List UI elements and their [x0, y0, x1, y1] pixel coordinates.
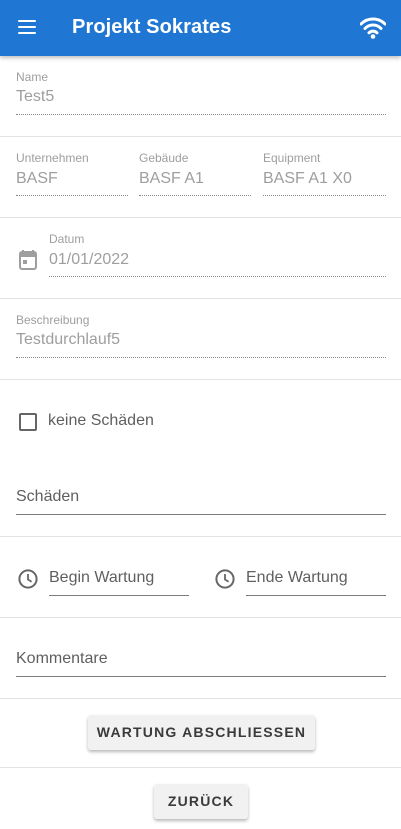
gebaeude-underline: [139, 195, 251, 196]
calendar-icon: [19, 250, 37, 270]
schaeden-input[interactable]: Schäden: [16, 488, 79, 506]
app-bar: Projekt Sokrates: [0, 0, 401, 56]
wifi-icon[interactable]: [360, 16, 386, 40]
clock-icon: [18, 569, 38, 589]
datum-underline: [49, 276, 386, 277]
name-underline: [16, 114, 386, 115]
beschreibung-label: Beschreibung: [16, 313, 90, 327]
equipment-value[interactable]: BASF A1 X0: [263, 170, 352, 188]
ende-wartung-underline: [246, 595, 386, 596]
no-damage-checkbox[interactable]: [19, 413, 37, 431]
finish-maintenance-button[interactable]: WARTUNG ABSCHLIESSEN: [88, 715, 315, 750]
beschreibung-value[interactable]: Testdurchlauf5: [16, 331, 120, 349]
beschreibung-underline: [16, 357, 386, 358]
name-label: Name: [16, 70, 49, 84]
gebaeude-label: Gebäude: [139, 151, 189, 165]
name-value[interactable]: Test5: [16, 88, 54, 106]
equipment-label: Equipment: [263, 151, 321, 165]
unternehmen-value[interactable]: BASF: [16, 170, 58, 188]
kommentare-input[interactable]: Kommentare: [16, 650, 108, 668]
unternehmen-underline: [16, 195, 128, 196]
unternehmen-label: Unternehmen: [16, 151, 89, 165]
app-title: Projekt Sokrates: [72, 16, 232, 38]
datum-label: Datum: [49, 232, 85, 246]
kommentare-underline: [16, 676, 386, 677]
ende-wartung-input[interactable]: Ende Wartung: [246, 569, 348, 587]
datum-value[interactable]: 01/01/2022: [49, 251, 129, 269]
gebaeude-value[interactable]: BASF A1: [139, 170, 204, 188]
clock-icon: [215, 569, 235, 589]
schaeden-underline: [16, 514, 386, 515]
begin-wartung-input[interactable]: Begin Wartung: [49, 569, 154, 587]
no-damage-label[interactable]: keine Schäden: [48, 412, 154, 430]
begin-wartung-underline: [49, 595, 189, 596]
equipment-underline: [263, 195, 386, 196]
menu-icon[interactable]: [17, 18, 39, 38]
back-button[interactable]: ZURÜCK: [154, 784, 248, 819]
name-section: [0, 56, 401, 137]
